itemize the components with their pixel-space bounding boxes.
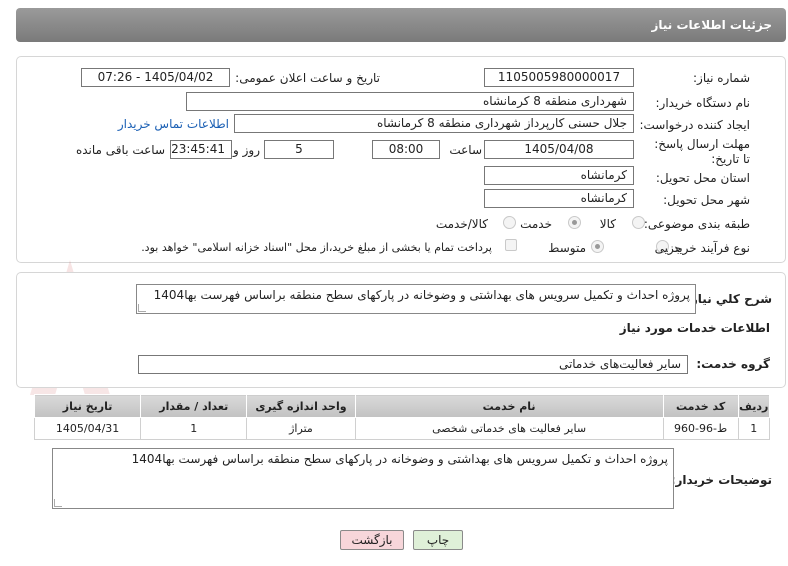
resize-handle[interactable] [138, 304, 146, 312]
col-row-number: ردیف [737, 394, 771, 418]
need-number-label: شماره نیاز: [693, 71, 750, 85]
delivery-city-label: شهر محل تحویل: [663, 193, 750, 207]
process-option-medium: متوسط [548, 241, 586, 255]
treasury-payment-checkbox[interactable] [505, 239, 517, 251]
reply-deadline-label: مهلت ارسال پاسخ: تا تاریخ: [654, 137, 750, 166]
table-header-row: ردیف کد خدمت نام خدمت واحد اندازه گیری ت… [33, 394, 771, 418]
resize-handle[interactable] [54, 499, 62, 507]
section-header: جزئیات اطلاعات نیاز [16, 8, 786, 42]
col-need-date: تاریخ نیاز [33, 394, 142, 418]
category-option-goods: کالا [599, 217, 616, 231]
need-summary-label: شرح کلي نياز: [686, 292, 772, 306]
deadline-date-field: 1405/04/08 [484, 140, 634, 159]
delivery-city-field: کرمانشاه [484, 189, 634, 208]
cell-need-date: 1405/04/31 [33, 417, 142, 440]
col-service-name: نام خدمت [354, 394, 664, 418]
need-number-field: 1105005980000017 [484, 68, 634, 87]
need-summary-field: پروژه احداث و تکمیل سرویس های بهداشتی و … [136, 284, 696, 314]
process-option-minor: جزیی [654, 241, 682, 255]
category-option-goods-service: کالا/خدمت [435, 217, 488, 231]
cell-row-number: 1 [737, 417, 771, 440]
treasury-payment-note: پرداخت تمام یا بخشی از مبلغ خرید،از محل … [141, 241, 492, 254]
category-radio-goods[interactable] [632, 216, 645, 229]
buyer-org-label: نام دستگاه خریدار: [655, 96, 751, 110]
buyer-org-field: شهرداری منطقه 8 کرمانشاه [186, 92, 634, 111]
time-label: ساعت [449, 143, 482, 157]
delivery-province-field: کرمانشاه [484, 166, 634, 185]
services-info-heading: اطلاعات خدمات مورد نیاز [619, 321, 770, 335]
requester-field: جلال حسنی کارپرداز شهرداری منطقه 8 کرمان… [234, 114, 634, 133]
announce-datetime-label: تاریخ و ساعت اعلان عمومی: [235, 71, 380, 85]
print-button[interactable]: چاپ [413, 530, 463, 550]
cell-quantity: 1 [140, 417, 248, 440]
day-and-label: روز و [233, 143, 260, 157]
cell-service-code: ط-96-960 [662, 417, 739, 440]
process-radio-medium[interactable] [591, 240, 604, 253]
cell-unit: متراژ [246, 417, 356, 440]
announce-datetime-field: 1405/04/02 - 07:26 [81, 68, 230, 87]
need-summary-text: پروژه احداث و تکمیل سرویس های بهداشتی و … [153, 288, 690, 302]
cell-service-name: سایر فعالیت های خدماتی شخصی [354, 417, 664, 440]
remaining-time-label: ساعت باقی مانده [75, 143, 165, 157]
buyer-notes-text: پروژه احداث و تکمیل سرویس های بهداشتی و … [131, 452, 668, 466]
category-option-service: خدمت [520, 217, 552, 231]
requester-label: ایجاد کننده درخواست: [639, 118, 750, 132]
buyer-notes-field: پروژه احداث و تکمیل سرویس های بهداشتی و … [52, 448, 674, 509]
delivery-province-label: استان محل تحویل: [655, 171, 750, 185]
category-label: طبقه بندی موضوعی: [643, 217, 750, 231]
category-radio-goods-service[interactable] [503, 216, 516, 229]
buyer-contact-link[interactable]: اطلاعات تماس خریدار [118, 117, 229, 131]
col-unit: واحد اندازه گیری [246, 394, 356, 418]
back-button[interactable]: بازگشت [340, 530, 404, 550]
col-service-code: کد خدمت [662, 394, 739, 418]
col-quantity: تعداد / مقدار [140, 394, 248, 418]
deadline-time-field: 08:00 [372, 140, 440, 159]
service-group-label: گروه خدمت: [696, 357, 770, 371]
table-row: 1 ط-96-960 سایر فعالیت های خدماتی شخصی م… [33, 417, 771, 440]
service-group-field: سایر فعالیت‌های خدماتی [138, 355, 688, 374]
section-title: جزئیات اطلاعات نیاز [651, 18, 772, 32]
remaining-time-field: 23:45:41 [170, 140, 232, 159]
buyer-notes-label: توضیحات خریدار: [670, 473, 772, 487]
category-radio-service[interactable] [568, 216, 581, 229]
services-table: ردیف کد خدمت نام خدمت واحد اندازه گیری ت… [33, 394, 771, 440]
days-field: 5 [264, 140, 334, 159]
